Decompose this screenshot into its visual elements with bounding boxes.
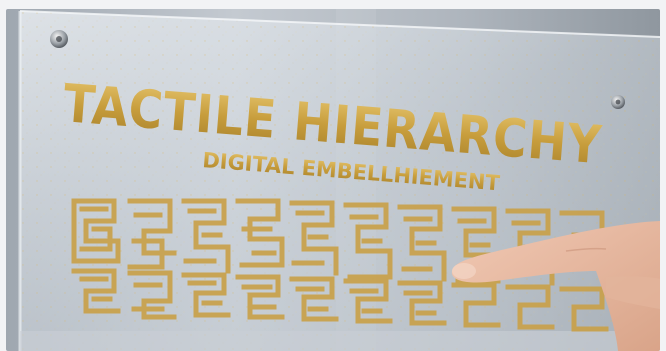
photo-frame: TACTILE HIERARCHY DIGITAL EMBELLHIEMENT [6, 9, 660, 351]
standoff-screw-icon [50, 30, 68, 48]
standoff-screw-icon [611, 95, 625, 109]
photo-scene: TACTILE HIERARCHY DIGITAL EMBELLHIEMENT [6, 9, 660, 351]
